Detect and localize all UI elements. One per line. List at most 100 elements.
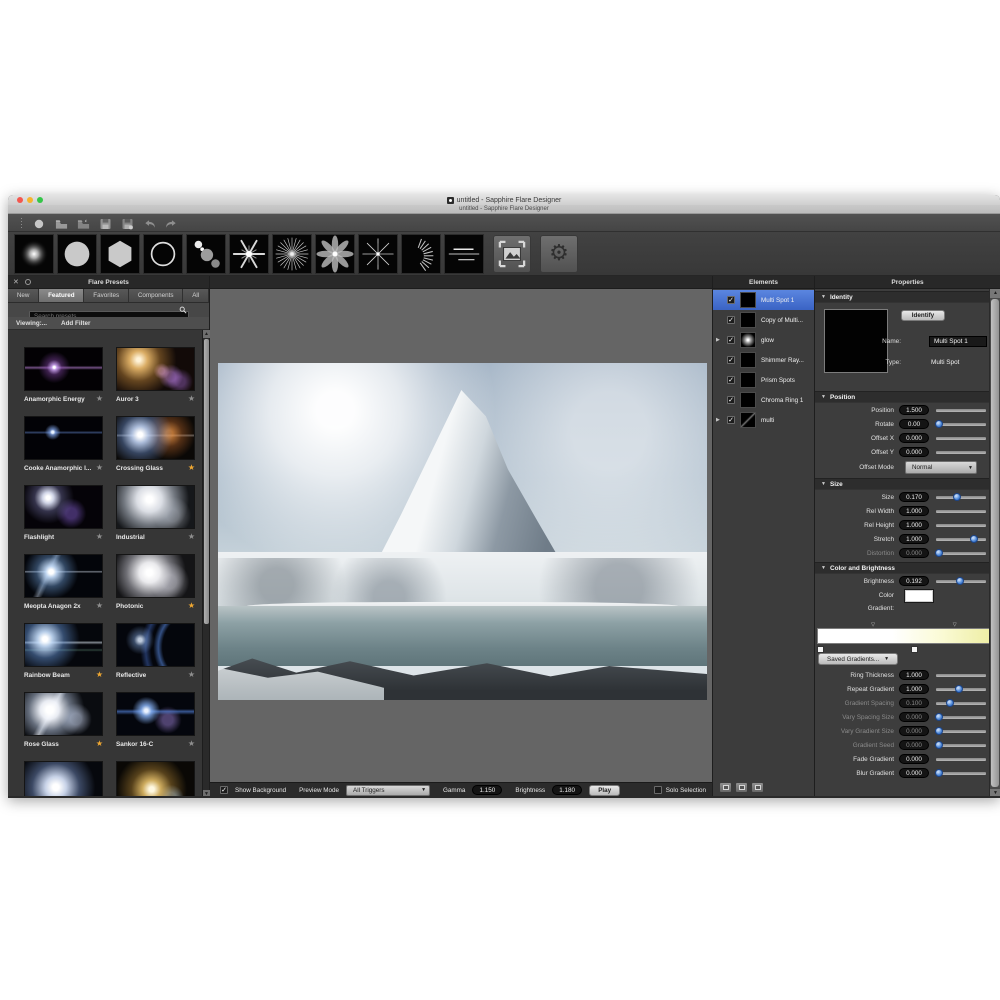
parameter-slider[interactable]	[936, 580, 986, 583]
preset-item[interactable]	[116, 761, 195, 796]
preset-item[interactable]: Industrial★	[116, 485, 195, 542]
parameter-value-field[interactable]: 0.170	[899, 492, 929, 502]
parameter-slider[interactable]	[936, 510, 986, 513]
preset-thumbnail[interactable]	[116, 485, 195, 529]
parameter-slider[interactable]	[936, 674, 986, 677]
preset-thumbnail[interactable]	[116, 347, 195, 391]
slider-handle[interactable]	[970, 535, 978, 543]
parameter-value-field[interactable]: 0.000	[899, 726, 929, 736]
preset-thumbnail[interactable]	[24, 623, 103, 667]
properties-panel-header[interactable]: Properties	[815, 276, 1000, 289]
parameter-slider[interactable]	[936, 451, 986, 454]
collapse-triangle-icon[interactable]: ▼	[821, 481, 826, 487]
color-swatch[interactable]	[905, 590, 933, 602]
delete-element-button[interactable]	[751, 782, 764, 793]
preset-item[interactable]: Meopta Anagon 2x★	[24, 554, 103, 611]
parameter-value-field[interactable]: 0.000	[899, 433, 929, 443]
element-visibility-checkbox[interactable]: ✓	[727, 396, 735, 404]
offset-mode-dropdown[interactable]: Normal ▼	[905, 461, 977, 474]
element-row[interactable]: ▶✓multi	[713, 410, 814, 430]
properties-scroll-thumb[interactable]	[991, 299, 999, 787]
favorite-star-icon[interactable]: ★	[188, 533, 195, 541]
open-icon[interactable]	[55, 217, 68, 229]
parameter-value-field[interactable]: 1.000	[899, 520, 929, 530]
identify-button[interactable]: Identify	[901, 310, 945, 321]
gradient-marker-icon[interactable]: ▽	[871, 622, 875, 628]
element-visibility-checkbox[interactable]: ✓	[727, 416, 735, 424]
solo-selection-checkbox[interactable]	[654, 786, 662, 794]
preset-item[interactable]: Rainbow Beam★	[24, 623, 103, 680]
minimize-window-button[interactable]	[27, 197, 33, 203]
element-row[interactable]: ✓Prism Spots	[713, 370, 814, 390]
flare-tool-petal-flower[interactable]	[315, 234, 355, 274]
preset-item[interactable]: Sankor 16-C★	[116, 692, 195, 749]
parameter-value-field[interactable]: 1.000	[899, 506, 929, 516]
parameter-slider[interactable]	[936, 758, 986, 761]
brightness-value-field[interactable]: 1.180	[552, 785, 582, 795]
favorite-star-icon[interactable]: ★	[188, 602, 195, 610]
parameter-slider[interactable]	[936, 423, 986, 426]
preset-thumbnail[interactable]	[24, 554, 103, 598]
flare-tool-arc-fan[interactable]	[401, 234, 441, 274]
flare-tool-hexagon[interactable]	[100, 234, 140, 274]
preset-item[interactable]	[24, 761, 103, 796]
gradient-bar[interactable]	[817, 628, 989, 644]
element-visibility-checkbox[interactable]: ✓	[727, 336, 735, 344]
slider-handle[interactable]	[946, 699, 954, 707]
zoom-window-button[interactable]	[37, 197, 43, 203]
preset-thumbnail[interactable]	[24, 347, 103, 391]
parameter-slider[interactable]	[936, 702, 986, 705]
slider-handle[interactable]	[953, 493, 961, 501]
preset-item[interactable]: Auror 3★	[116, 347, 195, 404]
preview-image[interactable]	[218, 363, 707, 700]
new-flare-icon[interactable]	[33, 217, 46, 229]
collapse-triangle-icon[interactable]: ▼	[821, 394, 826, 400]
scroll-up-icon[interactable]: ▲	[990, 289, 1000, 298]
parameter-slider[interactable]	[936, 716, 986, 719]
element-visibility-checkbox[interactable]: ✓	[727, 316, 735, 324]
preset-thumbnail[interactable]	[116, 623, 195, 667]
parameter-slider[interactable]	[936, 496, 986, 499]
preset-item[interactable]: Flashlight★	[24, 485, 103, 542]
scroll-down-icon[interactable]: ▼	[203, 790, 210, 798]
slider-handle[interactable]	[935, 727, 943, 735]
presets-scroll-thumb[interactable]	[204, 339, 209, 624]
parameter-slider[interactable]	[936, 524, 986, 527]
import-icon[interactable]	[77, 217, 90, 229]
preset-thumbnail[interactable]	[116, 416, 195, 460]
gradient-stop-handle[interactable]	[817, 646, 824, 653]
title-bar[interactable]: untitled - Sapphire Flare Designer	[8, 195, 1000, 205]
gamma-value-field[interactable]: 1.150	[472, 785, 502, 795]
panel-dock-icon[interactable]	[25, 279, 31, 285]
expand-triangle-icon[interactable]: ▶	[716, 337, 720, 343]
section-header-color[interactable]: ▼ Color and Brightness	[815, 562, 989, 574]
parameter-value-field[interactable]: 1.000	[899, 670, 929, 680]
saved-gradients-button[interactable]: Saved Gradients... ▼	[818, 653, 898, 665]
properties-scrollbar[interactable]: ▲ ▼	[989, 289, 1000, 798]
section-header-position[interactable]: ▼ Position	[815, 391, 989, 403]
parameter-slider[interactable]	[936, 772, 986, 775]
slider-handle[interactable]	[935, 713, 943, 721]
tab-favorites[interactable]: Favorites	[84, 289, 129, 303]
save-as-icon[interactable]	[121, 217, 134, 229]
favorite-star-icon[interactable]: ★	[188, 740, 195, 748]
parameter-value-field[interactable]: 0.000	[899, 740, 929, 750]
tab-all[interactable]: All	[183, 289, 209, 303]
flare-tool-burst[interactable]	[272, 234, 312, 274]
favorite-star-icon[interactable]: ★	[96, 464, 103, 472]
parameter-slider[interactable]	[936, 730, 986, 733]
preset-item[interactable]: Crossing Glass★	[116, 416, 195, 473]
parameter-value-field[interactable]: 1.500	[899, 405, 929, 415]
preset-item[interactable]: Anamorphic Energy★	[24, 347, 103, 404]
slider-handle[interactable]	[935, 769, 943, 777]
parameter-slider[interactable]	[936, 688, 986, 691]
flare-tool-ring[interactable]	[143, 234, 183, 274]
element-row[interactable]: ▶✓glow	[713, 330, 814, 350]
preset-thumbnail[interactable]	[116, 554, 195, 598]
section-header-identity[interactable]: ▼ Identity	[815, 291, 989, 303]
tab-components[interactable]: Components	[129, 289, 183, 303]
tab-new[interactable]: New	[8, 289, 39, 303]
preset-item[interactable]: Cooke Anamorphic I...★	[24, 416, 103, 473]
preset-thumbnail[interactable]	[24, 485, 103, 529]
gradient-marker-icon[interactable]: ▽	[953, 622, 957, 628]
